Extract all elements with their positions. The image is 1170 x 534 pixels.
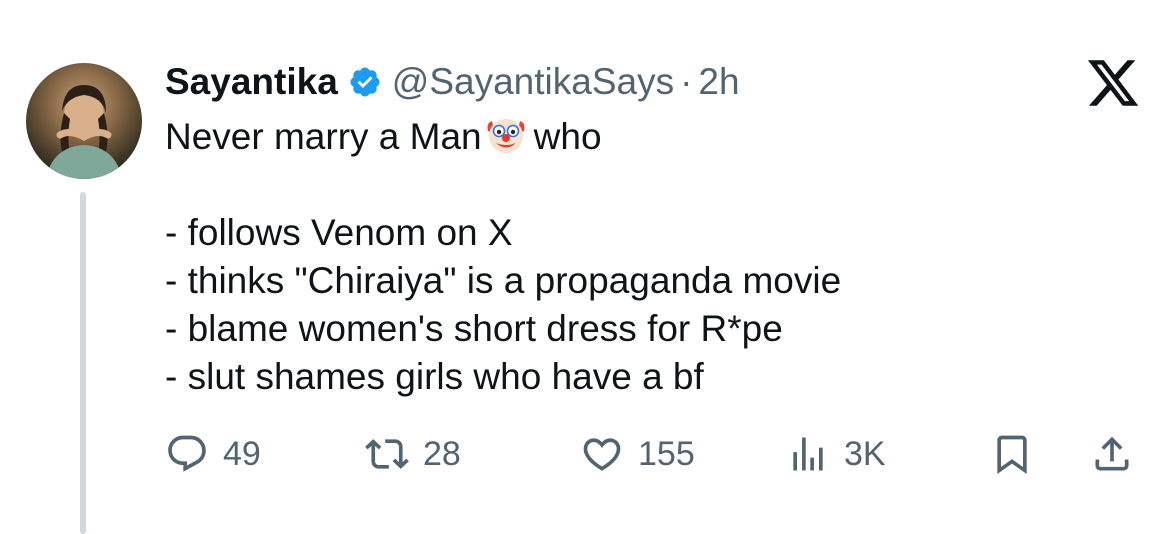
repost-count: 28	[423, 434, 461, 473]
timestamp[interactable]: 2h	[698, 60, 739, 104]
tweet-line: - blame women's short dress for R*pe	[165, 308, 783, 349]
tweet-text: Never marry a Man who - follows Venom on…	[165, 113, 1105, 401]
tweet-line-text: who	[533, 116, 602, 157]
views-count: 3K	[844, 434, 886, 473]
tweet-header: Sayantika @SayantikaSays · 2h	[165, 60, 740, 104]
share-button[interactable]	[1090, 432, 1134, 476]
verified-badge-icon	[348, 65, 382, 99]
like-count: 155	[638, 434, 695, 473]
author-handle[interactable]: @SayantikaSays	[392, 60, 674, 104]
separator-dot: ·	[680, 61, 693, 102]
action-bar: 49 28 155 3K	[0, 432, 1170, 482]
bookmark-button[interactable]	[990, 432, 1034, 476]
thread-line	[80, 192, 86, 534]
author-name[interactable]: Sayantika	[165, 60, 338, 104]
reply-button[interactable]: 49	[165, 432, 261, 476]
share-icon	[1095, 436, 1129, 471]
clown-face-icon	[484, 113, 528, 169]
tweet-line: Never marry a Man who	[165, 113, 1105, 161]
views-button[interactable]: 3K	[786, 432, 886, 476]
reply-icon	[168, 435, 206, 472]
tweet-line: - follows Venom on X	[165, 212, 513, 253]
tweet-line: - slut shames girls who have a bf	[165, 356, 704, 397]
heart-icon	[583, 438, 621, 471]
bookmark-icon	[997, 435, 1027, 475]
avatar[interactable]	[26, 63, 142, 179]
views-chart-icon	[793, 437, 823, 471]
x-logo-icon	[1085, 55, 1141, 111]
repost-icon	[365, 439, 409, 469]
tweet-line	[165, 161, 1105, 209]
tweet-line: - thinks "Chiraiya" is a propaganda movi…	[165, 260, 842, 301]
tweet-line-text: Never marry a Man	[165, 116, 482, 157]
reply-count: 49	[223, 434, 261, 473]
like-button[interactable]: 155	[580, 432, 695, 476]
repost-button[interactable]: 28	[365, 432, 461, 476]
